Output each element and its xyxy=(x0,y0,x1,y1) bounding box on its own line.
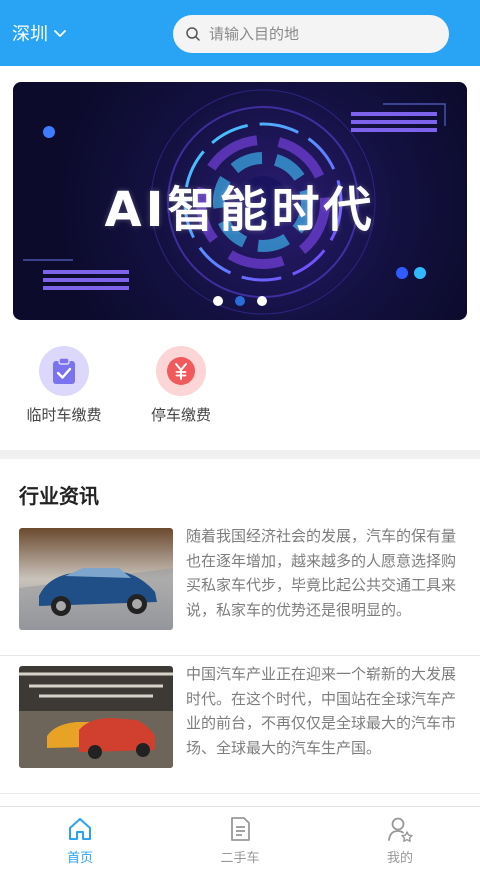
tab-home[interactable]: 首页 xyxy=(40,815,120,866)
banner-carousel[interactable]: AI智能时代 xyxy=(13,82,467,320)
quick-actions: 临时车缴费 停车缴费 xyxy=(0,340,480,440)
action-icon-bg xyxy=(39,346,89,396)
carousel-dot[interactable] xyxy=(213,296,223,306)
tab-label: 我的 xyxy=(386,851,413,866)
carousel-dot-active[interactable] xyxy=(235,296,245,306)
top-header: 深圳 xyxy=(0,0,480,66)
news-summary: 中国汽车产业正在迎来一个崭新的大发展时代。在这个时代，中国站在全球汽车产业的前台… xyxy=(186,665,457,757)
news-summary: 随着我国经济社会的发展，汽车的保有量也在逐年增加，越来越多的人愿意选择购买私家车… xyxy=(186,527,457,619)
tab-label: 首页 xyxy=(66,851,93,866)
bottom-tab-bar: 首页 二手车 我的 xyxy=(0,806,480,870)
section-title: 行业资讯 xyxy=(19,484,99,508)
city-selector[interactable]: 深圳 xyxy=(12,20,67,46)
news-thumbnail xyxy=(19,666,173,768)
action-icon-bg xyxy=(156,346,206,396)
action-label: 临时车缴费 xyxy=(26,406,102,424)
tab-used-cars[interactable]: 二手车 xyxy=(200,815,280,866)
carousel-indicators xyxy=(13,296,467,306)
search-input[interactable] xyxy=(209,25,439,43)
search-icon xyxy=(186,27,200,41)
news-thumbnail xyxy=(19,528,173,630)
banner-title: AI智能时代 xyxy=(104,182,376,238)
yuan-icon xyxy=(167,357,195,385)
carousel-dot[interactable] xyxy=(257,296,267,306)
tab-mine[interactable]: 我的 xyxy=(360,815,440,866)
document-icon xyxy=(231,817,250,841)
temp-parking-payment-button[interactable]: 临时车缴费 xyxy=(14,346,114,425)
chevron-down-icon xyxy=(54,30,66,37)
city-name: 深圳 xyxy=(12,24,48,45)
action-label: 停车缴费 xyxy=(150,406,211,424)
home-icon xyxy=(69,818,91,840)
search-bar[interactable] xyxy=(173,15,449,53)
section-divider xyxy=(0,450,480,459)
tab-label: 二手车 xyxy=(220,851,260,866)
parking-payment-button[interactable]: 停车缴费 xyxy=(131,346,231,425)
news-item[interactable]: 中国汽车产业正在迎来一个崭新的大发展时代。在这个时代，中国站在全球汽车产业的前台… xyxy=(0,656,480,794)
news-item[interactable]: 随着我国经济社会的发展，汽车的保有量也在逐年增加，越来越多的人愿意选择购买私家车… xyxy=(0,518,480,656)
user-star-icon xyxy=(388,817,413,842)
clipboard-check-icon xyxy=(53,357,75,384)
